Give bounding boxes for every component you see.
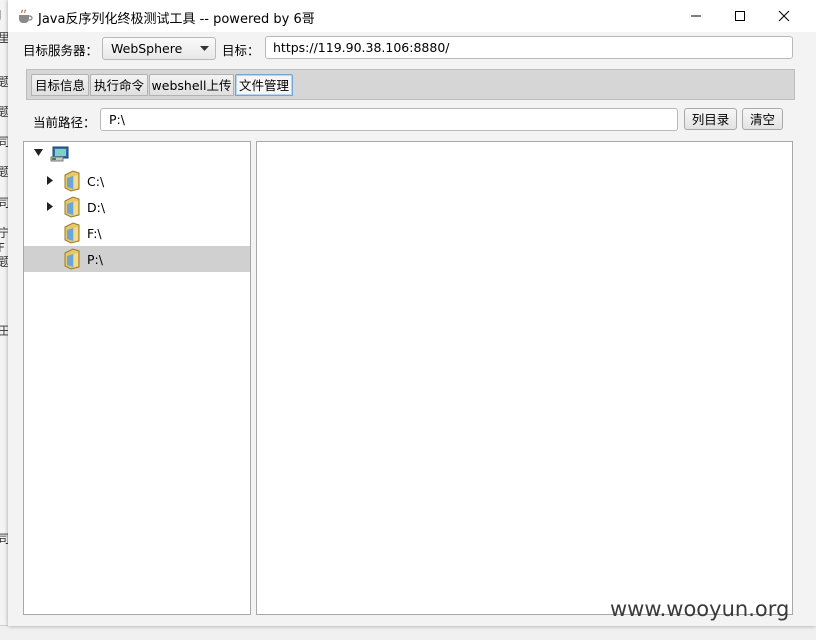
tab-exec-command[interactable]: 执行命令 [90, 74, 148, 96]
tree-item-label: C:\ [87, 174, 105, 189]
list-dir-button[interactable]: 列目录 [684, 108, 737, 130]
tree-item-drive-selected[interactable]: P:\ [24, 246, 250, 272]
tree-item-drive[interactable]: F:\ [24, 220, 250, 246]
tree-item-drive[interactable]: C:\ [24, 168, 250, 194]
java-cup-icon [16, 8, 34, 24]
drive-folder-icon [64, 222, 80, 244]
server-select-value: WebSphere [111, 41, 183, 56]
drive-folder-icon [64, 248, 80, 270]
tree-item-label: F:\ [87, 226, 102, 241]
background-window-bottom [0, 625, 816, 640]
maximize-icon [735, 11, 745, 21]
path-label: 当前路径： [33, 115, 96, 130]
drive-folder-icon [64, 170, 80, 192]
server-label: 目标服务器： [23, 43, 99, 58]
expanded-arrow-icon[interactable] [34, 149, 43, 156]
window-title: Java反序列化终极测试工具 -- powered by 6哥 [38, 12, 315, 27]
bg-fragment: J [0, 8, 2, 22]
clear-button[interactable]: 清空 [742, 108, 783, 130]
target-url-input[interactable]: https://119.90.38.106:8880/ [265, 36, 793, 59]
title-bar[interactable]: Java反序列化终极测试工具 -- powered by 6哥 [8, 0, 816, 32]
tab-target-info[interactable]: 目标信息 [31, 74, 89, 96]
maximize-button[interactable] [718, 0, 762, 32]
app-window: Java反序列化终极测试工具 -- powered by 6哥 目标服务器： W… [8, 0, 816, 626]
computer-icon [50, 146, 69, 162]
close-button[interactable] [762, 0, 806, 32]
tab-file-manager[interactable]: 文件管理 [235, 74, 293, 96]
tree-item-drive[interactable]: D:\ [24, 194, 250, 220]
current-path-value: P:\ [109, 112, 125, 127]
target-label: 目标： [222, 43, 260, 58]
collapsed-arrow-icon[interactable] [47, 202, 53, 211]
chevron-down-icon [200, 46, 209, 51]
minimize-icon [691, 15, 701, 17]
tab-webshell-upload[interactable]: webshell上传 [149, 74, 234, 96]
file-list-pane[interactable] [256, 141, 793, 615]
drive-folder-icon [64, 196, 80, 218]
current-path-input[interactable]: P:\ [100, 108, 678, 131]
watermark: www.wooyun.org [610, 597, 790, 621]
minimize-button[interactable] [674, 0, 718, 32]
close-icon [778, 10, 790, 22]
server-select[interactable]: WebSphere [102, 37, 216, 60]
tree-root[interactable] [24, 142, 250, 168]
tab-bar: 目标信息 执行命令 webshell上传 文件管理 [26, 69, 795, 100]
tree-item-label: D:\ [87, 200, 106, 215]
tree-item-label: P:\ [87, 252, 103, 267]
drive-tree[interactable]: C:\ D:\ F:\ P:\ [23, 141, 251, 615]
target-url-value: https://119.90.38.106:8880/ [273, 40, 450, 55]
collapsed-arrow-icon[interactable] [47, 176, 53, 185]
